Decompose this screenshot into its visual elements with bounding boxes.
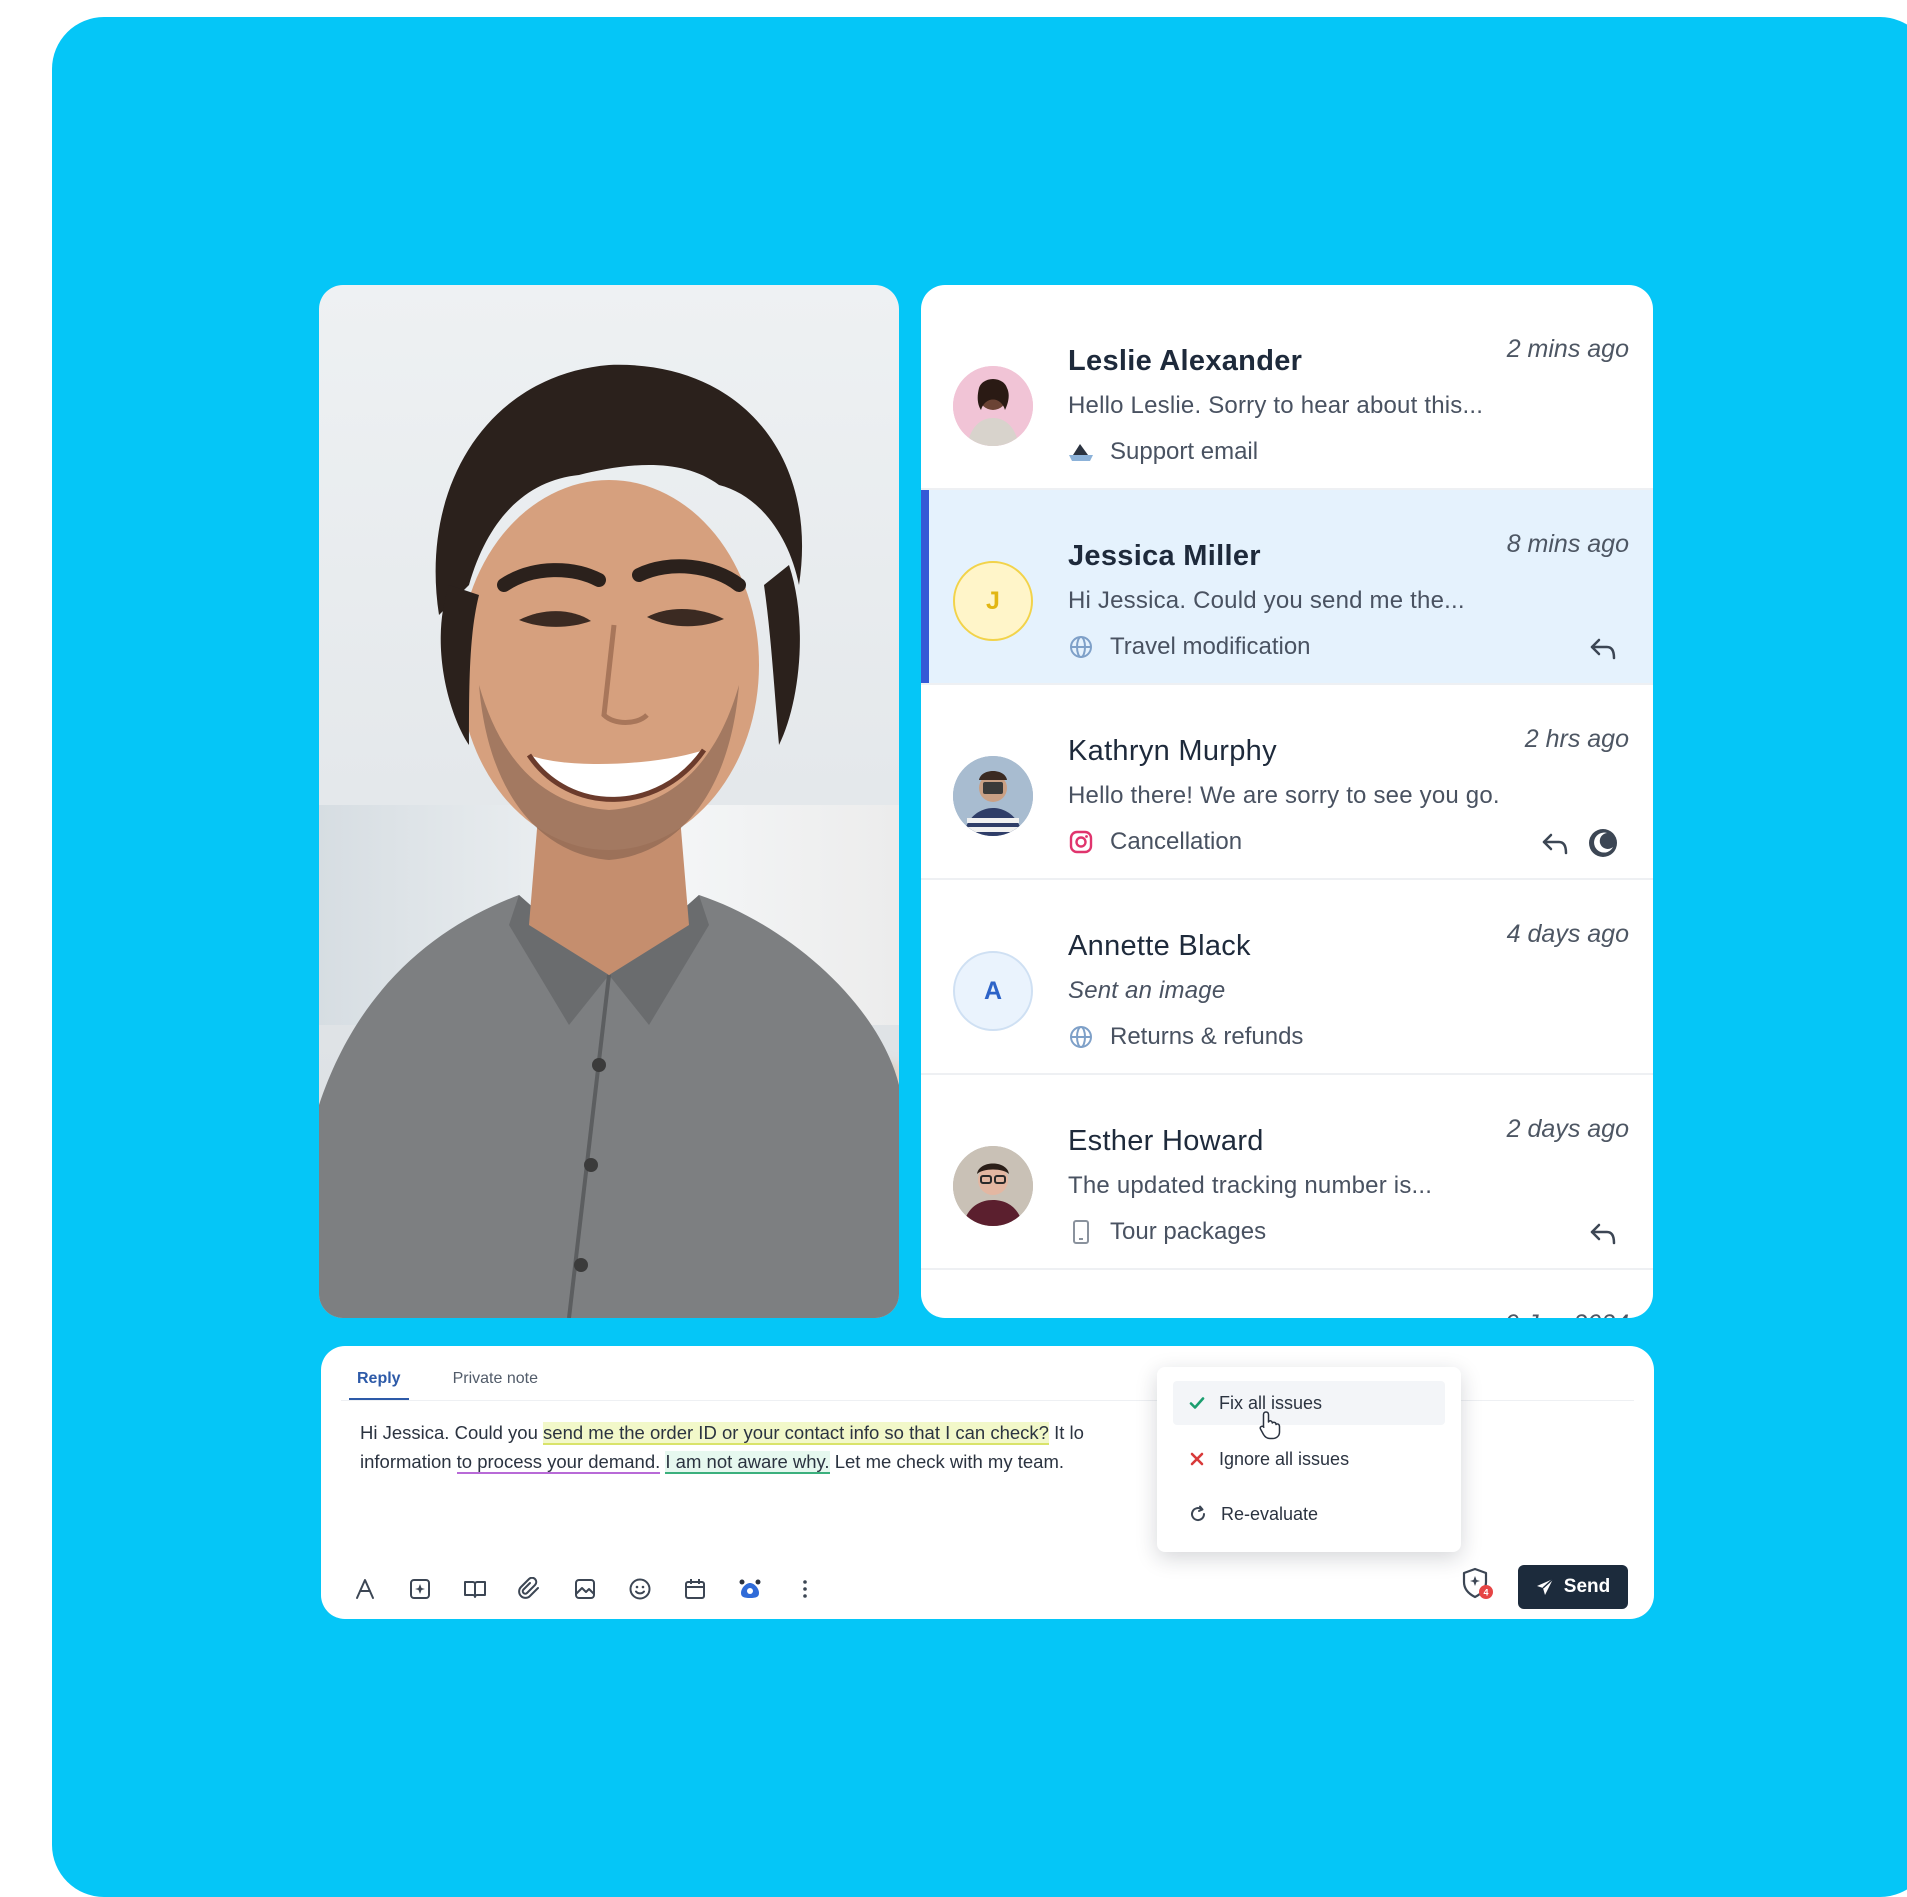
avatar: A xyxy=(953,951,1033,1031)
avatar-photo-icon xyxy=(953,756,1033,836)
image-icon[interactable] xyxy=(569,1573,601,1605)
message-text: Let me check with my team. xyxy=(829,1451,1064,1472)
conversation-item[interactable]: Leslie Alexander 2 mins ago Hello Leslie… xyxy=(921,295,1653,490)
refresh-icon xyxy=(1191,1505,1206,1522)
reply-icon[interactable] xyxy=(1587,632,1619,664)
send-icon xyxy=(1536,1578,1554,1595)
channel-label: Returns & refunds xyxy=(1068,1023,1303,1051)
channel-name: Tour packages xyxy=(1110,1218,1267,1245)
x-icon xyxy=(1190,1452,1204,1466)
tone-suggestion-highlight[interactable]: to process your demand. xyxy=(456,1451,661,1474)
snooze-icon[interactable] xyxy=(1587,827,1619,859)
attachment-icon[interactable] xyxy=(514,1573,546,1605)
avatar: J xyxy=(953,561,1033,641)
message-text: information xyxy=(360,1451,457,1472)
shortcut-icon[interactable] xyxy=(404,1573,436,1605)
check-icon xyxy=(1189,1397,1205,1409)
globe-icon xyxy=(1068,634,1094,660)
channel-label: Cancellation xyxy=(1068,828,1242,856)
contact-name: Esther Howard xyxy=(1068,1125,1264,1157)
composer-toolbar xyxy=(349,1573,821,1605)
channel-name: Travel modification xyxy=(1110,633,1311,660)
issue-checker-shield-icon[interactable]: 4 xyxy=(1460,1566,1494,1600)
channel-name: Support email xyxy=(1110,438,1259,465)
avatar-photo-icon xyxy=(953,1146,1033,1226)
menu-item-ignore-all[interactable]: Ignore all issues xyxy=(1173,1437,1445,1481)
contact-name: Jessica Miller xyxy=(1068,540,1261,572)
message-editor[interactable]: Hi Jessica. Could you send me the order … xyxy=(360,1418,1160,1476)
contact-name: Annette Black xyxy=(1068,930,1251,962)
grammar-suggestion-highlight[interactable]: send me the order ID or your contact inf… xyxy=(543,1422,1049,1445)
message-text: Hi Jessica. Could you xyxy=(360,1422,544,1443)
smiling-man-illustration xyxy=(319,364,899,1318)
avatar xyxy=(953,366,1033,446)
tab-private-note[interactable]: Private note xyxy=(445,1364,546,1401)
message-preview: Hi Jessica. Could you send me the... xyxy=(1068,587,1465,614)
calendar-icon[interactable] xyxy=(679,1573,711,1605)
channel-name: Returns & refunds xyxy=(1110,1023,1304,1050)
issue-count-badge: 4 xyxy=(1483,1588,1488,1598)
menu-item-label: Ignore all issues xyxy=(1219,1448,1350,1469)
contact-name: Kathryn Murphy xyxy=(1068,735,1277,767)
menu-item-fix-all[interactable]: Fix all issues xyxy=(1173,1381,1445,1425)
message-preview: Hello Leslie. Sorry to hear about this..… xyxy=(1068,392,1484,419)
channel-name: Cancellation xyxy=(1110,828,1243,855)
timestamp: 2 days ago xyxy=(1506,1115,1629,1143)
ai-assist-icon[interactable] xyxy=(734,1573,766,1605)
reply-icon[interactable] xyxy=(1539,827,1571,859)
contact-name: Leslie Alexander xyxy=(1068,345,1303,377)
message-preview: Sent an image xyxy=(1068,977,1226,1004)
conversation-item[interactable]: Kathryn Murphy 2 hrs ago Hello there! We… xyxy=(921,685,1653,880)
conversation-item[interactable]: Esther Howard 2 days ago The updated tra… xyxy=(921,1075,1653,1270)
knowledge-base-icon[interactable] xyxy=(459,1573,491,1605)
avatar xyxy=(953,1146,1033,1226)
channel-label: Support email xyxy=(1068,438,1258,466)
instagram-icon xyxy=(1068,829,1094,855)
more-icon[interactable] xyxy=(789,1573,821,1605)
conversation-item-partial[interactable]: 9 Jan 2024 xyxy=(921,1270,1653,1318)
globe-icon xyxy=(1068,1024,1094,1050)
customer-photo xyxy=(319,285,899,1318)
email-icon xyxy=(1068,439,1094,465)
message-preview: The updated tracking number is... xyxy=(1068,1172,1433,1199)
channel-label: Tour packages xyxy=(1068,1218,1266,1246)
contact-name-partial xyxy=(1068,1307,1188,1318)
menu-item-re-evaluate[interactable]: Re-evaluate xyxy=(1173,1492,1445,1536)
channel-label: Travel modification xyxy=(1068,633,1311,661)
timestamp: 4 days ago xyxy=(1506,920,1629,948)
send-button[interactable]: Send xyxy=(1518,1565,1628,1609)
conversation-item-selected[interactable]: J Jessica Miller 8 mins ago Hi Jessica. … xyxy=(921,490,1653,685)
text-format-icon[interactable] xyxy=(349,1573,381,1605)
timestamp: 2 hrs ago xyxy=(1524,725,1629,753)
hand-cursor-icon xyxy=(1259,1411,1281,1440)
conversation-list: Leslie Alexander 2 mins ago Hello Leslie… xyxy=(921,285,1653,1318)
timestamp: 2 mins ago xyxy=(1506,335,1629,363)
menu-item-label: Re-evaluate xyxy=(1221,1503,1319,1524)
composer-tabs: Reply Private note xyxy=(349,1364,546,1401)
phone-icon xyxy=(1068,1219,1094,1245)
timestamp: 8 mins ago xyxy=(1506,530,1629,558)
message-preview: Hello there! We are sorry to see you go. xyxy=(1068,782,1500,809)
reply-icon[interactable] xyxy=(1587,1217,1619,1249)
clarity-suggestion-highlight[interactable]: I am not aware why. xyxy=(665,1451,830,1474)
timestamp: 9 Jan 2024 xyxy=(1505,1310,1629,1318)
send-label: Send xyxy=(1563,1576,1611,1597)
avatar xyxy=(953,756,1033,836)
avatar-photo-icon xyxy=(953,366,1033,446)
emoji-icon[interactable] xyxy=(624,1573,656,1605)
tab-reply[interactable]: Reply xyxy=(349,1364,409,1401)
message-text: It lo xyxy=(1048,1422,1084,1443)
conversation-item[interactable]: A Annette Black 4 days ago Sent an image… xyxy=(921,880,1653,1075)
issues-menu: Fix all issues Ignore all issues Re-eval… xyxy=(1157,1367,1461,1552)
